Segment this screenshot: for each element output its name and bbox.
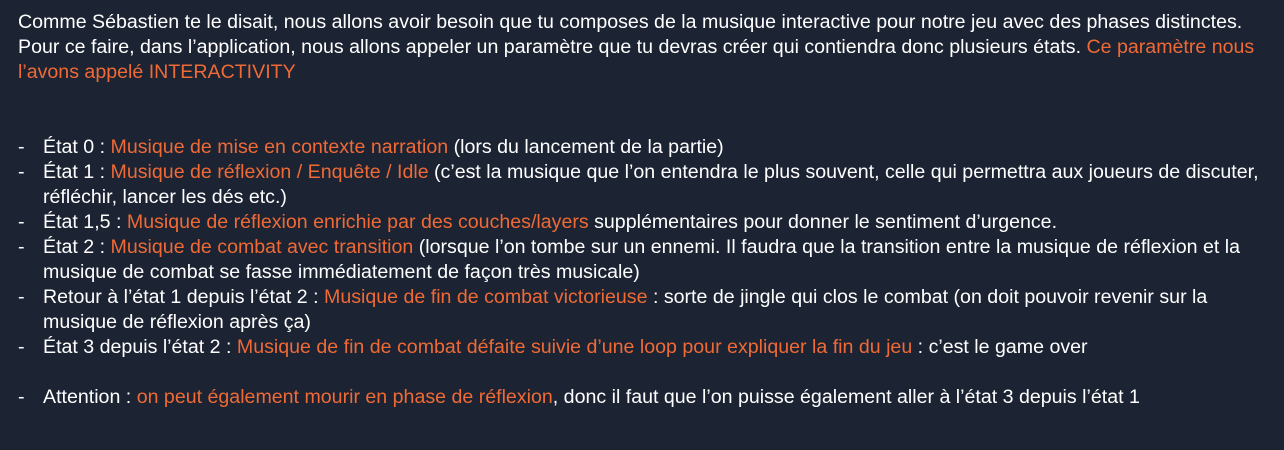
list-item-state-1: État 1 : Musique de réflexion / Enquête …: [18, 160, 1268, 210]
state-highlight: Musique de réflexion / Enquête / Idle: [110, 161, 429, 183]
list-item-attention: Attention : on peut également mourir en …: [18, 385, 1268, 410]
state-highlight: Musique de réflexion enrichie par des co…: [126, 211, 589, 233]
list-item-state-2: État 2 : Musique de combat avec transiti…: [18, 235, 1268, 285]
state-highlight: Musique de fin de combat victorieuse: [324, 286, 648, 308]
list-item-state-1-5: État 1,5 : Musique de réflexion enrichie…: [18, 210, 1268, 235]
list-item-state-0: État 0 : Musique de mise en contexte nar…: [18, 135, 1268, 160]
list-item-state-3: État 3 depuis l’état 2 : Musique de fin …: [18, 335, 1268, 360]
attention-list: Attention : on peut également mourir en …: [18, 385, 1268, 410]
state-prefix: État 0 :: [43, 136, 111, 158]
state-prefix: État 3 depuis l’état 2 :: [43, 336, 237, 358]
states-list: État 0 : Musique de mise en contexte nar…: [18, 135, 1268, 360]
attention-prefix: Attention :: [43, 386, 137, 408]
state-prefix: État 1 :: [43, 161, 111, 183]
state-highlight: Musique de mise en contexte narration: [110, 136, 449, 158]
state-suffix: : c’est le game over: [912, 336, 1088, 358]
intro-text: Comme Sébastien te le disait, nous allon…: [18, 11, 1243, 58]
state-suffix: supplémentaires pour donner le sentiment…: [588, 211, 1058, 233]
state-highlight: Musique de fin de combat défaite suivie …: [236, 336, 913, 358]
attention-highlight: on peut également mourir en phase de réf…: [136, 386, 553, 408]
state-prefix: Retour à l’état 1 depuis l’état 2 :: [43, 286, 325, 308]
list-item-return-state-1: Retour à l’état 1 depuis l’état 2 : Musi…: [18, 285, 1268, 335]
state-suffix: (lors du lancement de la partie): [448, 136, 724, 158]
intro-paragraph: Comme Sébastien te le disait, nous allon…: [18, 10, 1268, 85]
state-prefix: État 1,5 :: [43, 211, 127, 233]
state-highlight: Musique de combat avec transition: [110, 236, 414, 258]
state-prefix: État 2 :: [43, 236, 111, 258]
attention-suffix: , donc il faut que l’on puisse également…: [552, 386, 1140, 408]
document-body: Comme Sébastien te le disait, nous allon…: [18, 10, 1268, 410]
